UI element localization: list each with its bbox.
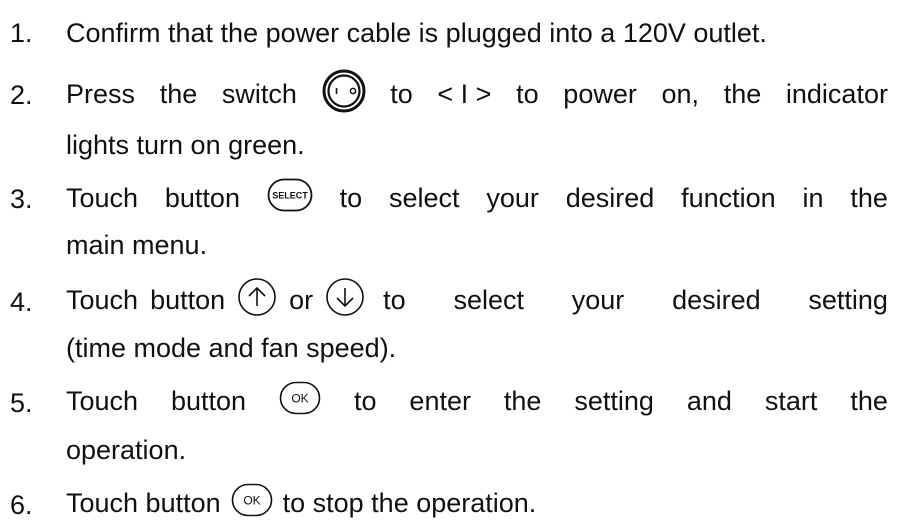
word: the: [850, 385, 888, 416]
word: to: [516, 78, 539, 109]
word: the: [850, 182, 888, 213]
word: Touch: [66, 284, 139, 315]
step-number: 5.: [10, 388, 33, 418]
step-text-continued: (time mode and fan speed).: [66, 333, 397, 363]
step-text-continued: main menu.: [66, 230, 208, 260]
word: setting: [574, 385, 654, 416]
word: Press: [66, 78, 136, 109]
word: to: [339, 182, 363, 213]
word: function: [681, 182, 776, 213]
word: or: [289, 284, 314, 315]
step-text: Confirm that the power cable is plugged …: [66, 18, 767, 48]
word: desired: [565, 182, 655, 213]
word: switch: [221, 78, 297, 109]
up-arrow-button-icon: [237, 277, 277, 324]
step-text-continued: operation.: [66, 435, 187, 465]
word: enter: [409, 385, 471, 416]
power-switch-icon: [322, 69, 366, 120]
step-number: 4.: [10, 287, 33, 317]
step-number: 3.: [10, 184, 33, 214]
ok-button-icon: OK: [231, 483, 273, 524]
ok-button-label: OK: [243, 493, 260, 507]
word: power: [563, 78, 637, 109]
word: button: [150, 284, 226, 315]
word: button: [164, 182, 240, 213]
ok-button-icon: OK: [279, 381, 321, 422]
word: the: [503, 385, 542, 416]
instruction-list: 1. Confirm that the power cable is plugg…: [0, 0, 906, 520]
word: in: [802, 182, 824, 213]
word: your: [486, 182, 539, 213]
ok-button-label: OK: [291, 391, 308, 405]
word: to: [383, 284, 406, 315]
word: your: [571, 284, 625, 315]
step-text-continued: lights turn on green.: [66, 130, 305, 160]
word: Touch: [66, 385, 139, 416]
step-number: 2.: [10, 80, 33, 110]
word: to: [353, 385, 377, 416]
word: Touch: [66, 182, 139, 213]
word: indicator: [785, 78, 888, 109]
word: select: [453, 284, 524, 315]
word: setting: [808, 284, 888, 315]
word: the: [723, 78, 762, 109]
word: and: [686, 385, 732, 416]
word: < I >: [437, 78, 492, 109]
step-number: 1.: [10, 18, 33, 48]
step-text: to stop the operation.: [282, 487, 537, 518]
word: the: [159, 78, 198, 109]
word: start: [764, 385, 818, 416]
step-number: 6.: [10, 490, 33, 520]
word: desired: [672, 284, 761, 315]
select-button-label: SELECT: [272, 190, 308, 200]
word: to: [390, 78, 413, 109]
select-button-icon: SELECT: [267, 178, 313, 219]
word: button: [171, 385, 247, 416]
step-text: Touch button: [66, 487, 221, 518]
down-arrow-button-icon: [325, 277, 365, 324]
word: select: [388, 182, 460, 213]
word: on,: [661, 78, 700, 109]
